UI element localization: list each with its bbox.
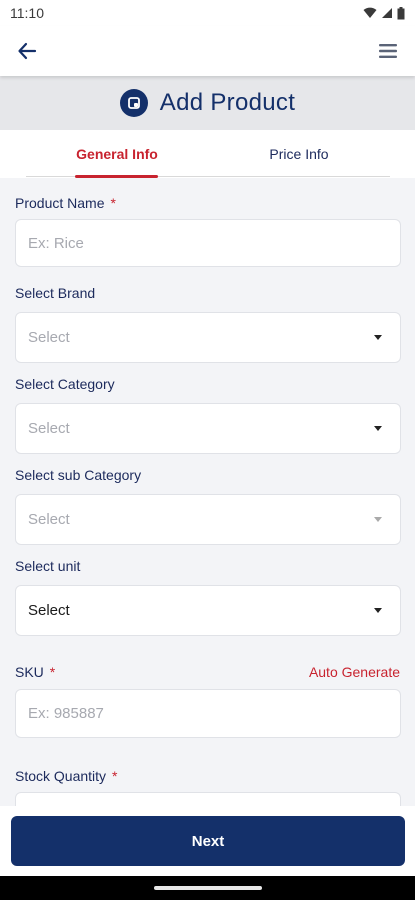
system-nav-bar — [0, 876, 415, 900]
dropdown-caret-icon — [374, 517, 382, 522]
stock-quantity-label-text: Stock Quantity — [15, 768, 107, 784]
wifi-icon — [363, 7, 377, 18]
page-title: Add Product — [159, 89, 296, 116]
sku-label-text: SKU — [15, 664, 44, 680]
category-select-value: Select — [28, 420, 70, 437]
product-name-label-text: Product Name — [15, 195, 105, 211]
required-mark: * — [110, 195, 116, 211]
dropdown-caret-icon — [374, 608, 382, 613]
tab-bar: General Info Price Info — [0, 130, 415, 178]
app-bar — [0, 26, 415, 76]
product-name-label: Product Name * — [15, 195, 116, 211]
category-select[interactable]: Select — [15, 403, 401, 454]
product-name-placeholder: Ex: Rice — [28, 234, 84, 252]
home-gesture-handle[interactable] — [154, 886, 262, 890]
unit-select-value: Select — [28, 602, 70, 619]
brand-select-value: Select — [28, 329, 70, 346]
sub-category-select[interactable]: Select — [15, 494, 401, 545]
sku-input[interactable]: Ex: 985887 — [15, 689, 401, 738]
tab-price-info[interactable]: Price Info — [208, 130, 390, 178]
hamburger-menu-icon — [379, 44, 397, 58]
auto-generate-link[interactable]: Auto Generate — [309, 664, 400, 680]
unit-select[interactable]: Select — [15, 585, 401, 636]
status-icons — [363, 6, 405, 20]
title-band: Add Product — [0, 76, 415, 130]
bottom-action-bar: Next — [0, 806, 415, 876]
brand-label: Select Brand — [15, 285, 96, 301]
back-button[interactable] — [14, 38, 40, 64]
arrow-left-icon — [18, 42, 37, 60]
menu-button[interactable] — [375, 38, 401, 64]
brand-select[interactable]: Select — [15, 312, 401, 363]
tab-general-info[interactable]: General Info — [26, 130, 208, 178]
dropdown-caret-icon — [374, 335, 382, 340]
next-button[interactable]: Next — [11, 816, 405, 866]
required-mark: * — [49, 664, 56, 680]
signal-icon — [382, 8, 392, 18]
required-mark: * — [112, 768, 118, 784]
sub-category-select-value: Select — [28, 511, 70, 528]
unit-label: Select unit — [15, 558, 81, 574]
category-label: Select Category — [15, 376, 115, 392]
stock-quantity-label: Stock Quantity * — [15, 768, 118, 784]
battery-icon — [397, 6, 405, 19]
sku-label: SKU * — [15, 664, 55, 680]
product-form: Product Name * Ex: Rice Select Brand Sele… — [0, 178, 415, 806]
status-bar: 11:10 — [0, 0, 415, 26]
stock-quantity-input[interactable] — [15, 792, 401, 806]
status-time: 11:10 — [10, 5, 44, 21]
product-name-input[interactable]: Ex: Rice — [15, 219, 401, 267]
dropdown-caret-icon — [374, 426, 382, 431]
sub-category-label: Select sub Category — [15, 467, 142, 483]
sku-placeholder: Ex: 985887 — [28, 705, 104, 722]
product-badge-icon — [119, 89, 148, 117]
